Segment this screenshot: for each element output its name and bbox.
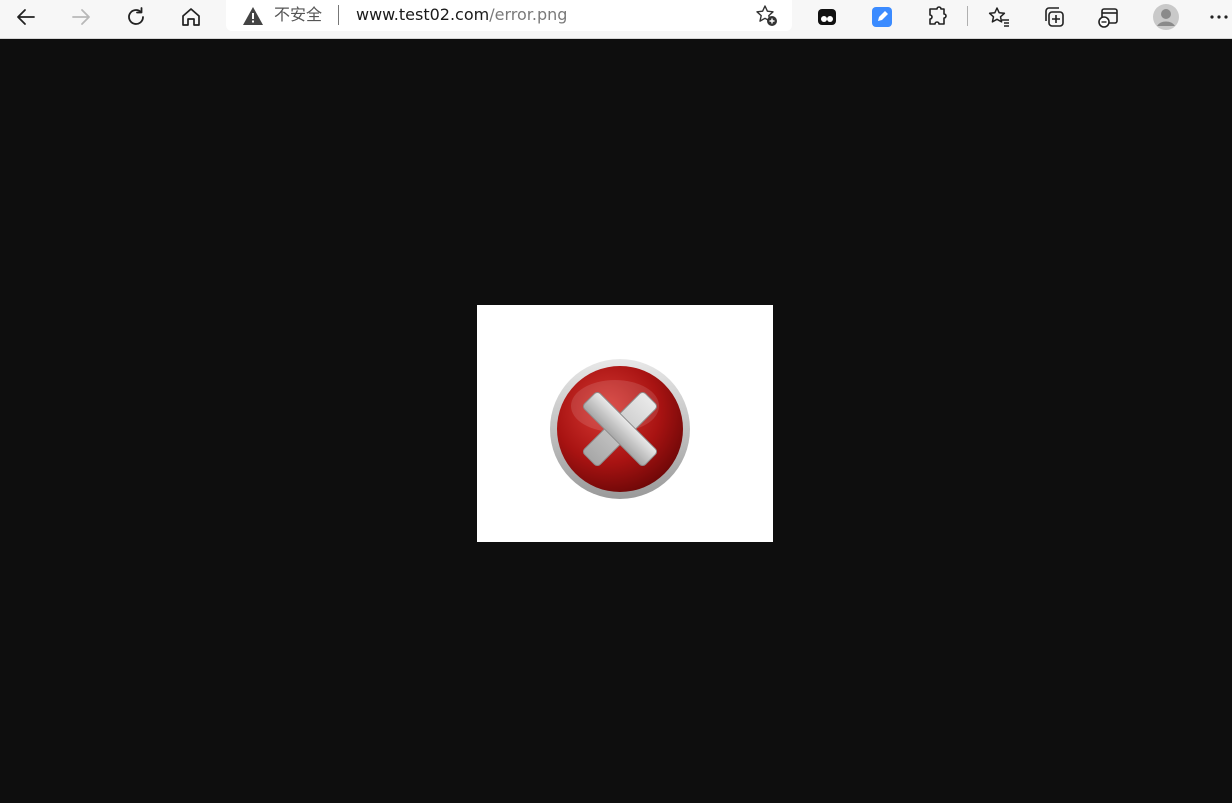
image-viewer[interactable] (477, 305, 773, 542)
home-button[interactable] (174, 2, 208, 32)
browser-toolbar: 不安全 www.test02.com/error.png (0, 0, 1232, 39)
warning-icon[interactable] (242, 5, 264, 27)
address-separator (338, 5, 339, 25)
blue-extension-icon (872, 7, 892, 27)
profile-avatar-icon (1153, 4, 1179, 30)
home-icon (182, 8, 200, 26)
extension-button-2[interactable] (865, 2, 899, 32)
more-menu-button[interactable] (1202, 2, 1232, 32)
extension-button-1[interactable] (810, 2, 844, 32)
error-x-icon (550, 359, 690, 499)
address-bar[interactable]: 不安全 www.test02.com/error.png (226, 0, 792, 31)
refresh-icon (128, 7, 144, 25)
url-path: /error.png (489, 5, 568, 24)
extensions-button[interactable] (920, 2, 954, 32)
back-arrow-icon (17, 9, 35, 25)
puzzle-icon (929, 6, 947, 25)
favorites-button[interactable] (982, 2, 1016, 32)
collections-icon (1045, 7, 1064, 27)
forward-arrow-icon (72, 9, 90, 25)
profile-button[interactable] (1149, 2, 1183, 32)
favorites-icon (988, 7, 1009, 27)
forward-button[interactable] (64, 2, 98, 32)
ie-mode-button[interactable] (1091, 2, 1125, 32)
add-favorite-icon[interactable] (754, 3, 780, 29)
toolbar-separator (967, 6, 968, 26)
back-button[interactable] (9, 2, 43, 32)
ie-mode-icon (1098, 8, 1118, 28)
app-extension-icon (818, 9, 836, 25)
url-text[interactable]: www.test02.com/error.png (356, 5, 567, 25)
refresh-button[interactable] (119, 2, 153, 32)
collections-button[interactable] (1037, 2, 1071, 32)
more-menu-icon (1210, 15, 1228, 19)
security-label[interactable]: 不安全 (274, 5, 322, 25)
url-host: www.test02.com (356, 5, 490, 24)
